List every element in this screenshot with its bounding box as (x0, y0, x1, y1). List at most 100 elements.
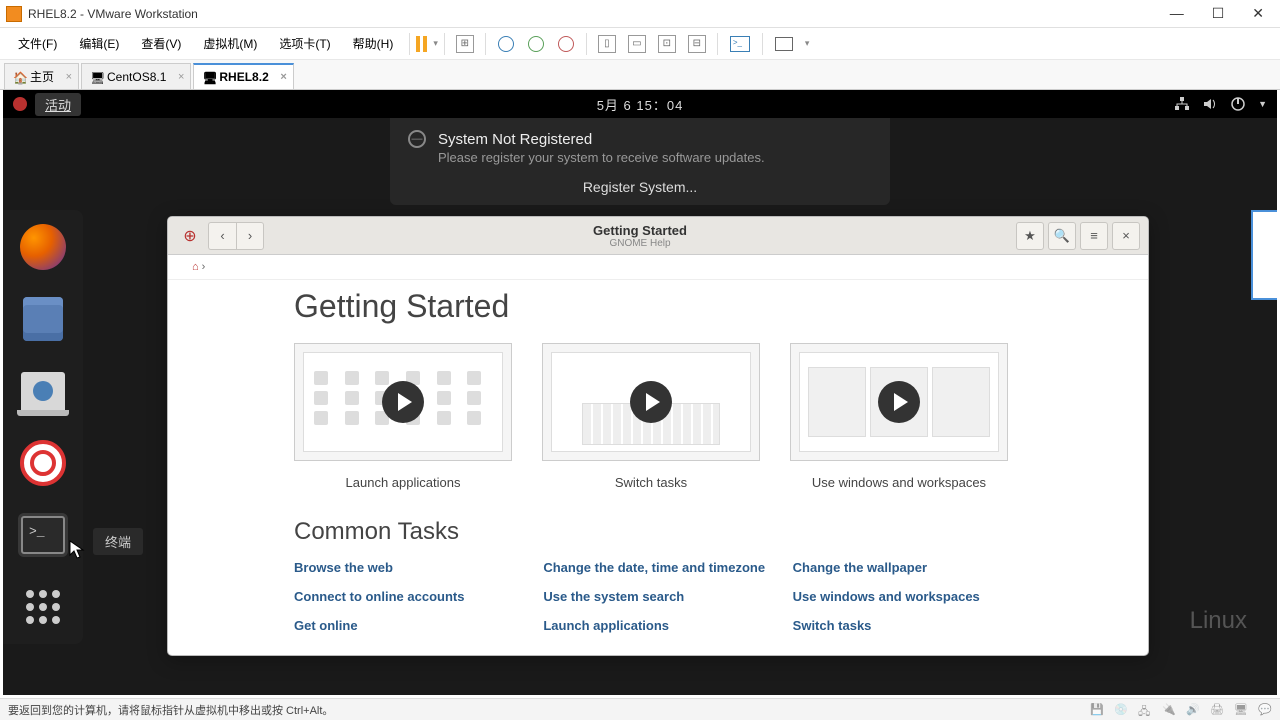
page-heading: Getting Started (294, 288, 1022, 325)
files-icon (23, 297, 63, 341)
dock-terminal[interactable] (18, 510, 68, 560)
close-icon[interactable]: × (66, 71, 72, 83)
guest-desktop[interactable]: 活动 5月 6 15：04 ▼ — System Not Registered … (3, 90, 1277, 695)
warning-icon: — (408, 130, 426, 148)
play-icon (878, 381, 920, 423)
register-system-button[interactable]: Register System... (408, 179, 872, 195)
search-button[interactable]: 🔍 (1048, 222, 1076, 250)
link-system-search[interactable]: Use the system search (543, 589, 772, 604)
message-icon[interactable]: 💬 (1258, 703, 1272, 717)
close-icon[interactable]: × (178, 71, 184, 83)
card-label: Switch tasks (542, 475, 760, 490)
sound-icon[interactable]: 🔊 (1186, 703, 1200, 717)
section-heading: Common Tasks (294, 518, 1022, 546)
display-icon[interactable]: 🖥 (1234, 703, 1248, 717)
card-label: Use windows and workspaces (790, 475, 1008, 490)
dock-files[interactable] (18, 294, 68, 344)
view-single-icon[interactable]: ▯ (598, 35, 616, 53)
power-icon[interactable] (1230, 96, 1246, 112)
menu-view[interactable]: 查看(V) (131, 31, 191, 56)
forward-button[interactable]: › (236, 222, 264, 250)
card-label: Launch applications (294, 475, 512, 490)
card-launch-apps[interactable]: Launch applications (294, 343, 512, 490)
tab-rhel[interactable]: 🖥 RHEL8.2 × (193, 63, 293, 89)
snapshot-take-icon[interactable] (498, 36, 514, 52)
chevron-down-icon[interactable]: ▼ (1258, 99, 1267, 109)
help-window: ⊕ ‹ › Getting Started GNOME Help ★ 🔍 ≡ ×… (167, 216, 1149, 656)
vm-icon: 🖥 (90, 71, 102, 83)
play-icon (630, 381, 672, 423)
compass-icon[interactable]: ⊕ (176, 222, 204, 250)
cd-icon[interactable]: 💿 (1114, 703, 1128, 717)
card-windows-workspaces[interactable]: Use windows and workspaces (790, 343, 1008, 490)
tab-home[interactable]: 🏠 主页 × (4, 63, 79, 89)
view-console-icon[interactable]: ▭ (628, 35, 646, 53)
link-browse-web[interactable]: Browse the web (294, 560, 523, 575)
breadcrumb[interactable]: ⌂› (168, 255, 1148, 280)
dock-software[interactable] (18, 366, 68, 416)
gnome-top-bar: 活动 5月 6 15：04 ▼ (3, 90, 1277, 118)
minimize-button[interactable]: — (1170, 5, 1184, 22)
menu-file[interactable]: 文件(F) (8, 31, 67, 56)
workspace-preview[interactable] (1251, 210, 1277, 300)
play-icon (382, 381, 424, 423)
view-thumbnail-icon[interactable]: ⊡ (658, 35, 676, 53)
link-switch-tasks[interactable]: Switch tasks (793, 618, 1022, 633)
clock[interactable]: 5月 6 15：04 (597, 95, 684, 114)
menubar: 文件(F) 编辑(E) 查看(V) 虚拟机(M) 选项卡(T) 帮助(H) ▾ … (0, 28, 1280, 60)
dock-help[interactable] (18, 438, 68, 488)
dock-firefox[interactable] (18, 222, 68, 272)
link-online-accounts[interactable]: Connect to online accounts (294, 589, 523, 604)
menu-help[interactable]: 帮助(H) (343, 31, 404, 56)
back-button[interactable]: ‹ (208, 222, 236, 250)
menu-edit[interactable]: 编辑(E) (69, 31, 129, 56)
close-window-button[interactable]: × (1112, 222, 1140, 250)
vmware-logo-icon (6, 6, 22, 22)
dock-show-apps[interactable] (18, 582, 68, 632)
menu-button[interactable]: ≡ (1080, 222, 1108, 250)
network-adapter-icon[interactable]: 🖧 (1138, 703, 1152, 717)
card-switch-tasks[interactable]: Switch tasks (542, 343, 760, 490)
tab-home-label: 主页 (30, 68, 54, 85)
menu-tabs[interactable]: 选项卡(T) (269, 31, 340, 56)
snapshot-revert-icon[interactable] (528, 36, 544, 52)
cursor-icon (69, 540, 85, 560)
link-wallpaper[interactable]: Change the wallpaper (793, 560, 1022, 575)
statusbar: 要返回到您的计算机，请将鼠标指针从虚拟机中移出或按 Ctrl+Alt。 💾 💿 … (0, 698, 1280, 720)
dock-tooltip: 终端 (93, 528, 143, 555)
vm-icon: 🖥 (202, 71, 214, 83)
system-tray[interactable]: ▼ (1174, 96, 1267, 112)
link-get-online[interactable]: Get online (294, 618, 523, 633)
fullscreen-icon[interactable] (775, 37, 793, 51)
menu-vm[interactable]: 虚拟机(M) (193, 31, 267, 56)
status-text: 要返回到您的计算机，请将鼠标指针从虚拟机中移出或按 Ctrl+Alt。 (8, 702, 333, 718)
terminal-icon (21, 516, 65, 554)
link-date-time[interactable]: Change the date, time and timezone (543, 560, 772, 575)
close-icon[interactable]: × (280, 71, 286, 83)
watermark: Linux (1190, 607, 1247, 635)
pause-button[interactable]: ▾ (416, 36, 438, 52)
notification-subtitle: Please register your system to receive s… (438, 150, 872, 165)
maximize-button[interactable]: ☐ (1212, 5, 1225, 22)
usb-icon[interactable]: 🔌 (1162, 703, 1176, 717)
titlebar: RHEL8.2 - VMware Workstation — ☐ ✕ (0, 0, 1280, 28)
tab-centos-label: CentOS8.1 (107, 70, 166, 84)
printer-icon[interactable]: 🖨 (1210, 703, 1224, 717)
apps-grid-icon (23, 587, 63, 627)
send-ctrlaltdel-icon[interactable]: ⊞ (456, 35, 474, 53)
tab-centos[interactable]: 🖥 CentOS8.1 × (81, 63, 191, 89)
terminal-icon[interactable] (730, 36, 750, 52)
link-windows-workspaces[interactable]: Use windows and workspaces (793, 589, 1022, 604)
close-button[interactable]: ✕ (1252, 5, 1264, 22)
volume-icon[interactable] (1202, 96, 1218, 112)
help-window-title: Getting Started (264, 223, 1016, 238)
window-title: RHEL8.2 - VMware Workstation (28, 7, 198, 21)
snapshot-manage-icon[interactable] (558, 36, 574, 52)
hdd-icon[interactable]: 💾 (1090, 703, 1104, 717)
bookmark-button[interactable]: ★ (1016, 222, 1044, 250)
network-icon[interactable] (1174, 96, 1190, 112)
link-launch-apps[interactable]: Launch applications (543, 618, 772, 633)
notification: — System Not Registered Please register … (390, 118, 890, 205)
view-unity-icon[interactable]: ⊟ (688, 35, 706, 53)
activities-button[interactable]: 活动 (35, 93, 81, 116)
